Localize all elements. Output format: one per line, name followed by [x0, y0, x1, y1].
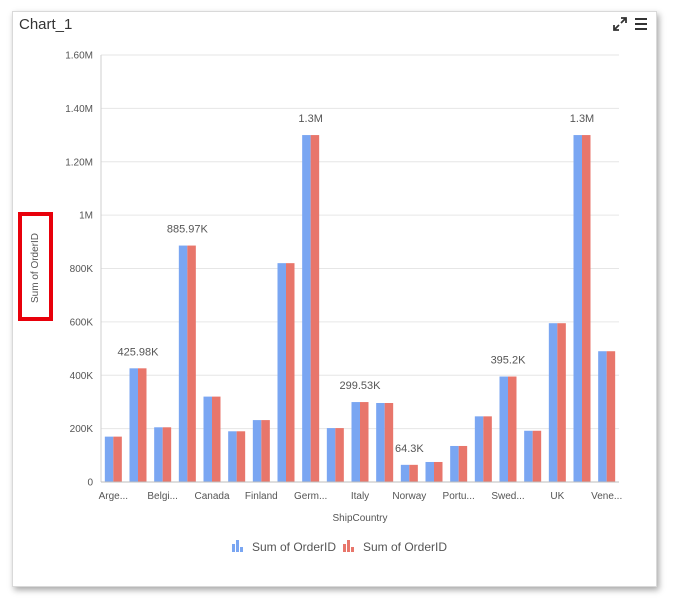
bar[interactable]: [228, 431, 237, 482]
x-tick-label: Italy: [351, 491, 369, 502]
bar[interactable]: [302, 135, 311, 482]
bar[interactable]: [425, 461, 435, 482]
bar-chart-icon: [343, 540, 354, 552]
x-tick-label: Germ...: [294, 491, 327, 502]
legend-item[interactable]: Sum of OrderID: [343, 540, 447, 554]
y-tick-label: 600K: [70, 317, 94, 328]
bar[interactable]: [384, 403, 394, 482]
data-label: 1.3M: [298, 113, 322, 125]
bar[interactable]: [582, 135, 591, 482]
bar[interactable]: [360, 402, 369, 482]
bar[interactable]: [138, 368, 147, 482]
x-tick-label: Norway: [392, 491, 426, 502]
x-tick-label: Swed...: [491, 491, 524, 502]
data-label: 395.2K: [491, 355, 527, 367]
bar[interactable]: [261, 420, 270, 482]
bar[interactable]: [310, 135, 320, 482]
bar[interactable]: [335, 428, 344, 482]
bar[interactable]: [113, 436, 122, 482]
legend-item[interactable]: Sum of OrderID: [232, 540, 336, 554]
bar[interactable]: [351, 402, 361, 482]
data-label: 1.3M: [570, 113, 594, 125]
bar[interactable]: [236, 431, 246, 482]
bar[interactable]: [162, 427, 172, 482]
x-tick-label: Belgi...: [147, 491, 178, 502]
bar[interactable]: [434, 461, 443, 482]
bar[interactable]: [203, 396, 213, 482]
y-tick-label: 1M: [79, 211, 93, 222]
bar[interactable]: [524, 430, 533, 482]
legend-label: Sum of OrderID: [252, 540, 336, 554]
bar[interactable]: [252, 420, 262, 482]
bar[interactable]: [606, 351, 616, 482]
y-tick-label: 1.20M: [65, 157, 93, 168]
y-tick-label: 200K: [70, 424, 94, 435]
bar[interactable]: [450, 445, 459, 482]
bar[interactable]: [474, 416, 484, 482]
data-label: 299.53K: [340, 380, 382, 392]
data-label: 885.97K: [167, 224, 209, 236]
x-tick-label: Vene...: [591, 491, 622, 502]
bar[interactable]: [178, 245, 188, 482]
bar[interactable]: [483, 416, 492, 482]
bar[interactable]: [458, 445, 468, 482]
bar[interactable]: [187, 245, 196, 482]
x-tick-label: UK: [550, 491, 564, 502]
bar[interactable]: [400, 464, 410, 482]
bar[interactable]: [376, 403, 385, 482]
x-axis-title: ShipCountry: [332, 513, 387, 524]
x-tick-label: Canada: [194, 491, 229, 502]
bar[interactable]: [557, 323, 566, 482]
bar[interactable]: [598, 351, 607, 482]
y-axis-title-highlight: [18, 212, 53, 321]
legend-label: Sum of OrderID: [363, 540, 447, 554]
legend[interactable]: Sum of OrderID Sum of OrderID: [232, 540, 447, 554]
data-label: 64.3K: [395, 443, 424, 455]
x-tick-label: Arge...: [99, 491, 128, 502]
bar[interactable]: [326, 428, 336, 482]
bar[interactable]: [499, 376, 509, 482]
bar-chart-icon: [232, 540, 243, 552]
bar[interactable]: [508, 376, 517, 482]
y-tick-label: 0: [87, 478, 93, 489]
bar[interactable]: [277, 263, 287, 482]
bar[interactable]: [212, 396, 221, 482]
bar[interactable]: [129, 368, 139, 482]
x-tick-label: Portu...: [443, 491, 475, 502]
bar[interactable]: [286, 263, 295, 482]
bar[interactable]: [548, 323, 558, 482]
bar-chart: 425.98K 885.97K 1.3M 299.53K 64.3K 395.2K 1.3M…: [30, 51, 622, 555]
y-tick-label: 1.60M: [65, 51, 93, 62]
y-tick-label: 800K: [70, 264, 94, 275]
y-tick-label: 400K: [70, 371, 94, 382]
gridlines: [101, 54, 619, 430]
bar[interactable]: [154, 427, 163, 482]
bars: [104, 135, 616, 482]
bar[interactable]: [104, 436, 114, 482]
bar[interactable]: [409, 464, 418, 482]
data-label: 425.98K: [118, 346, 160, 358]
bar[interactable]: [532, 430, 542, 482]
y-tick-label: 1.40M: [65, 104, 93, 115]
x-tick-label: Finland: [245, 491, 278, 502]
bar[interactable]: [573, 135, 583, 482]
